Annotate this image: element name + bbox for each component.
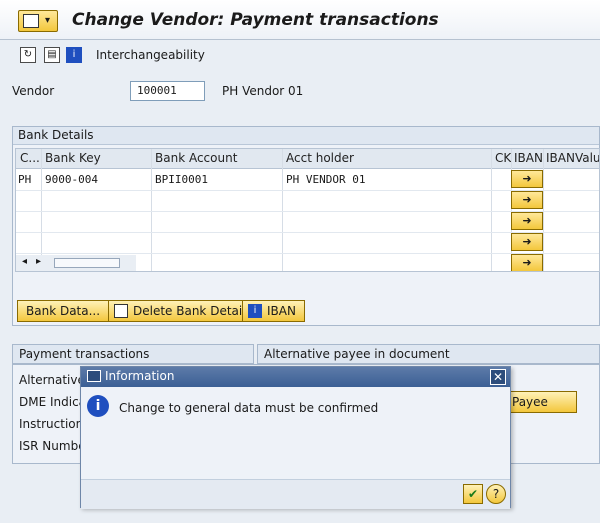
- col-acct-holder[interactable]: Acct holder: [286, 151, 354, 165]
- tab-payment-transactions[interactable]: Payment transactions: [12, 344, 254, 364]
- dme-label: DME Indica: [19, 395, 87, 409]
- dialog-message: Change to general data must be confirmed: [119, 401, 379, 415]
- application-toolbar: ↻ ▤ i Interchangeability: [0, 40, 600, 70]
- row-bank-key[interactable]: 9000-004: [45, 173, 98, 186]
- row-country[interactable]: PH: [18, 173, 31, 186]
- delete-icon: [114, 304, 128, 318]
- col-country[interactable]: C...: [20, 151, 40, 165]
- interchangeability-button[interactable]: Interchangeability: [96, 48, 205, 62]
- horizontal-scrollbar[interactable]: ◂ ▸: [16, 255, 136, 271]
- col-iban[interactable]: IBAN: [514, 151, 543, 165]
- menu-icon: [23, 14, 39, 28]
- row-bank-account[interactable]: BPII0001: [155, 173, 208, 186]
- iban-row-button[interactable]: ➜: [511, 212, 543, 230]
- dialog-title: Information: [105, 369, 175, 383]
- menu-button[interactable]: ▾: [18, 10, 58, 32]
- dialog-footer: ✔ ?: [81, 479, 510, 509]
- window-icon: [87, 370, 101, 382]
- bank-details-table: C... Bank Key Bank Account Acct holder C…: [15, 148, 600, 272]
- col-iban-value[interactable]: IBANValue: [546, 151, 599, 165]
- scroll-right-icon[interactable]: ▸: [36, 256, 41, 267]
- col-ck[interactable]: CK: [495, 151, 511, 165]
- delete-bank-detail-label: Delete Bank Detail: [133, 304, 246, 318]
- tab-alternative-payee[interactable]: Alternative payee in document: [257, 344, 600, 364]
- scroll-thumb[interactable]: [54, 258, 120, 268]
- bank-data-button[interactable]: Bank Data...: [17, 300, 110, 322]
- info-circle-icon: i: [87, 395, 109, 417]
- vendor-name: PH Vendor 01: [222, 84, 304, 98]
- dialog-title-bar: Information ✕: [81, 367, 510, 387]
- bank-details-title: Bank Details: [13, 127, 599, 145]
- iban-button-label: IBAN: [267, 304, 296, 318]
- page-title: Change Vendor: Payment transactions: [72, 10, 439, 30]
- iban-row-button[interactable]: ➜: [511, 254, 543, 271]
- delete-bank-detail-button[interactable]: Delete Bank Detail: [108, 300, 255, 322]
- iban-row-button[interactable]: ➜: [511, 191, 543, 209]
- title-bar: ▾ Change Vendor: Payment transactions: [0, 0, 600, 40]
- iban-button[interactable]: i IBAN: [242, 300, 305, 322]
- close-icon[interactable]: ✕: [490, 369, 506, 385]
- iban-row-button[interactable]: ➜: [511, 170, 543, 188]
- payee-button[interactable]: Payee: [503, 391, 577, 413]
- info-icon: i: [248, 304, 262, 318]
- isr-label: ISR Numbe: [19, 439, 86, 453]
- vendor-field[interactable]: 100001: [130, 81, 205, 101]
- iban-row-button[interactable]: ➜: [511, 233, 543, 251]
- confirm-button[interactable]: ✔: [463, 484, 483, 504]
- chevron-down-icon: ▾: [45, 15, 51, 26]
- alternative-label: Alternative: [19, 373, 85, 387]
- col-bank-key[interactable]: Bank Key: [45, 151, 101, 165]
- row-acct-holder[interactable]: PH VENDOR 01: [286, 173, 365, 186]
- info-toolbar-icon[interactable]: i: [66, 47, 82, 63]
- help-button[interactable]: ?: [486, 484, 506, 504]
- instruction-label: Instruction: [19, 417, 84, 431]
- scroll-left-icon[interactable]: ◂: [22, 256, 27, 267]
- vendor-label: Vendor: [12, 84, 55, 98]
- other-vendor-icon[interactable]: ▤: [44, 47, 60, 63]
- display-change-icon[interactable]: ↻: [20, 47, 36, 63]
- information-dialog: Information ✕ i Change to general data m…: [80, 366, 511, 509]
- col-bank-account[interactable]: Bank Account: [155, 151, 237, 165]
